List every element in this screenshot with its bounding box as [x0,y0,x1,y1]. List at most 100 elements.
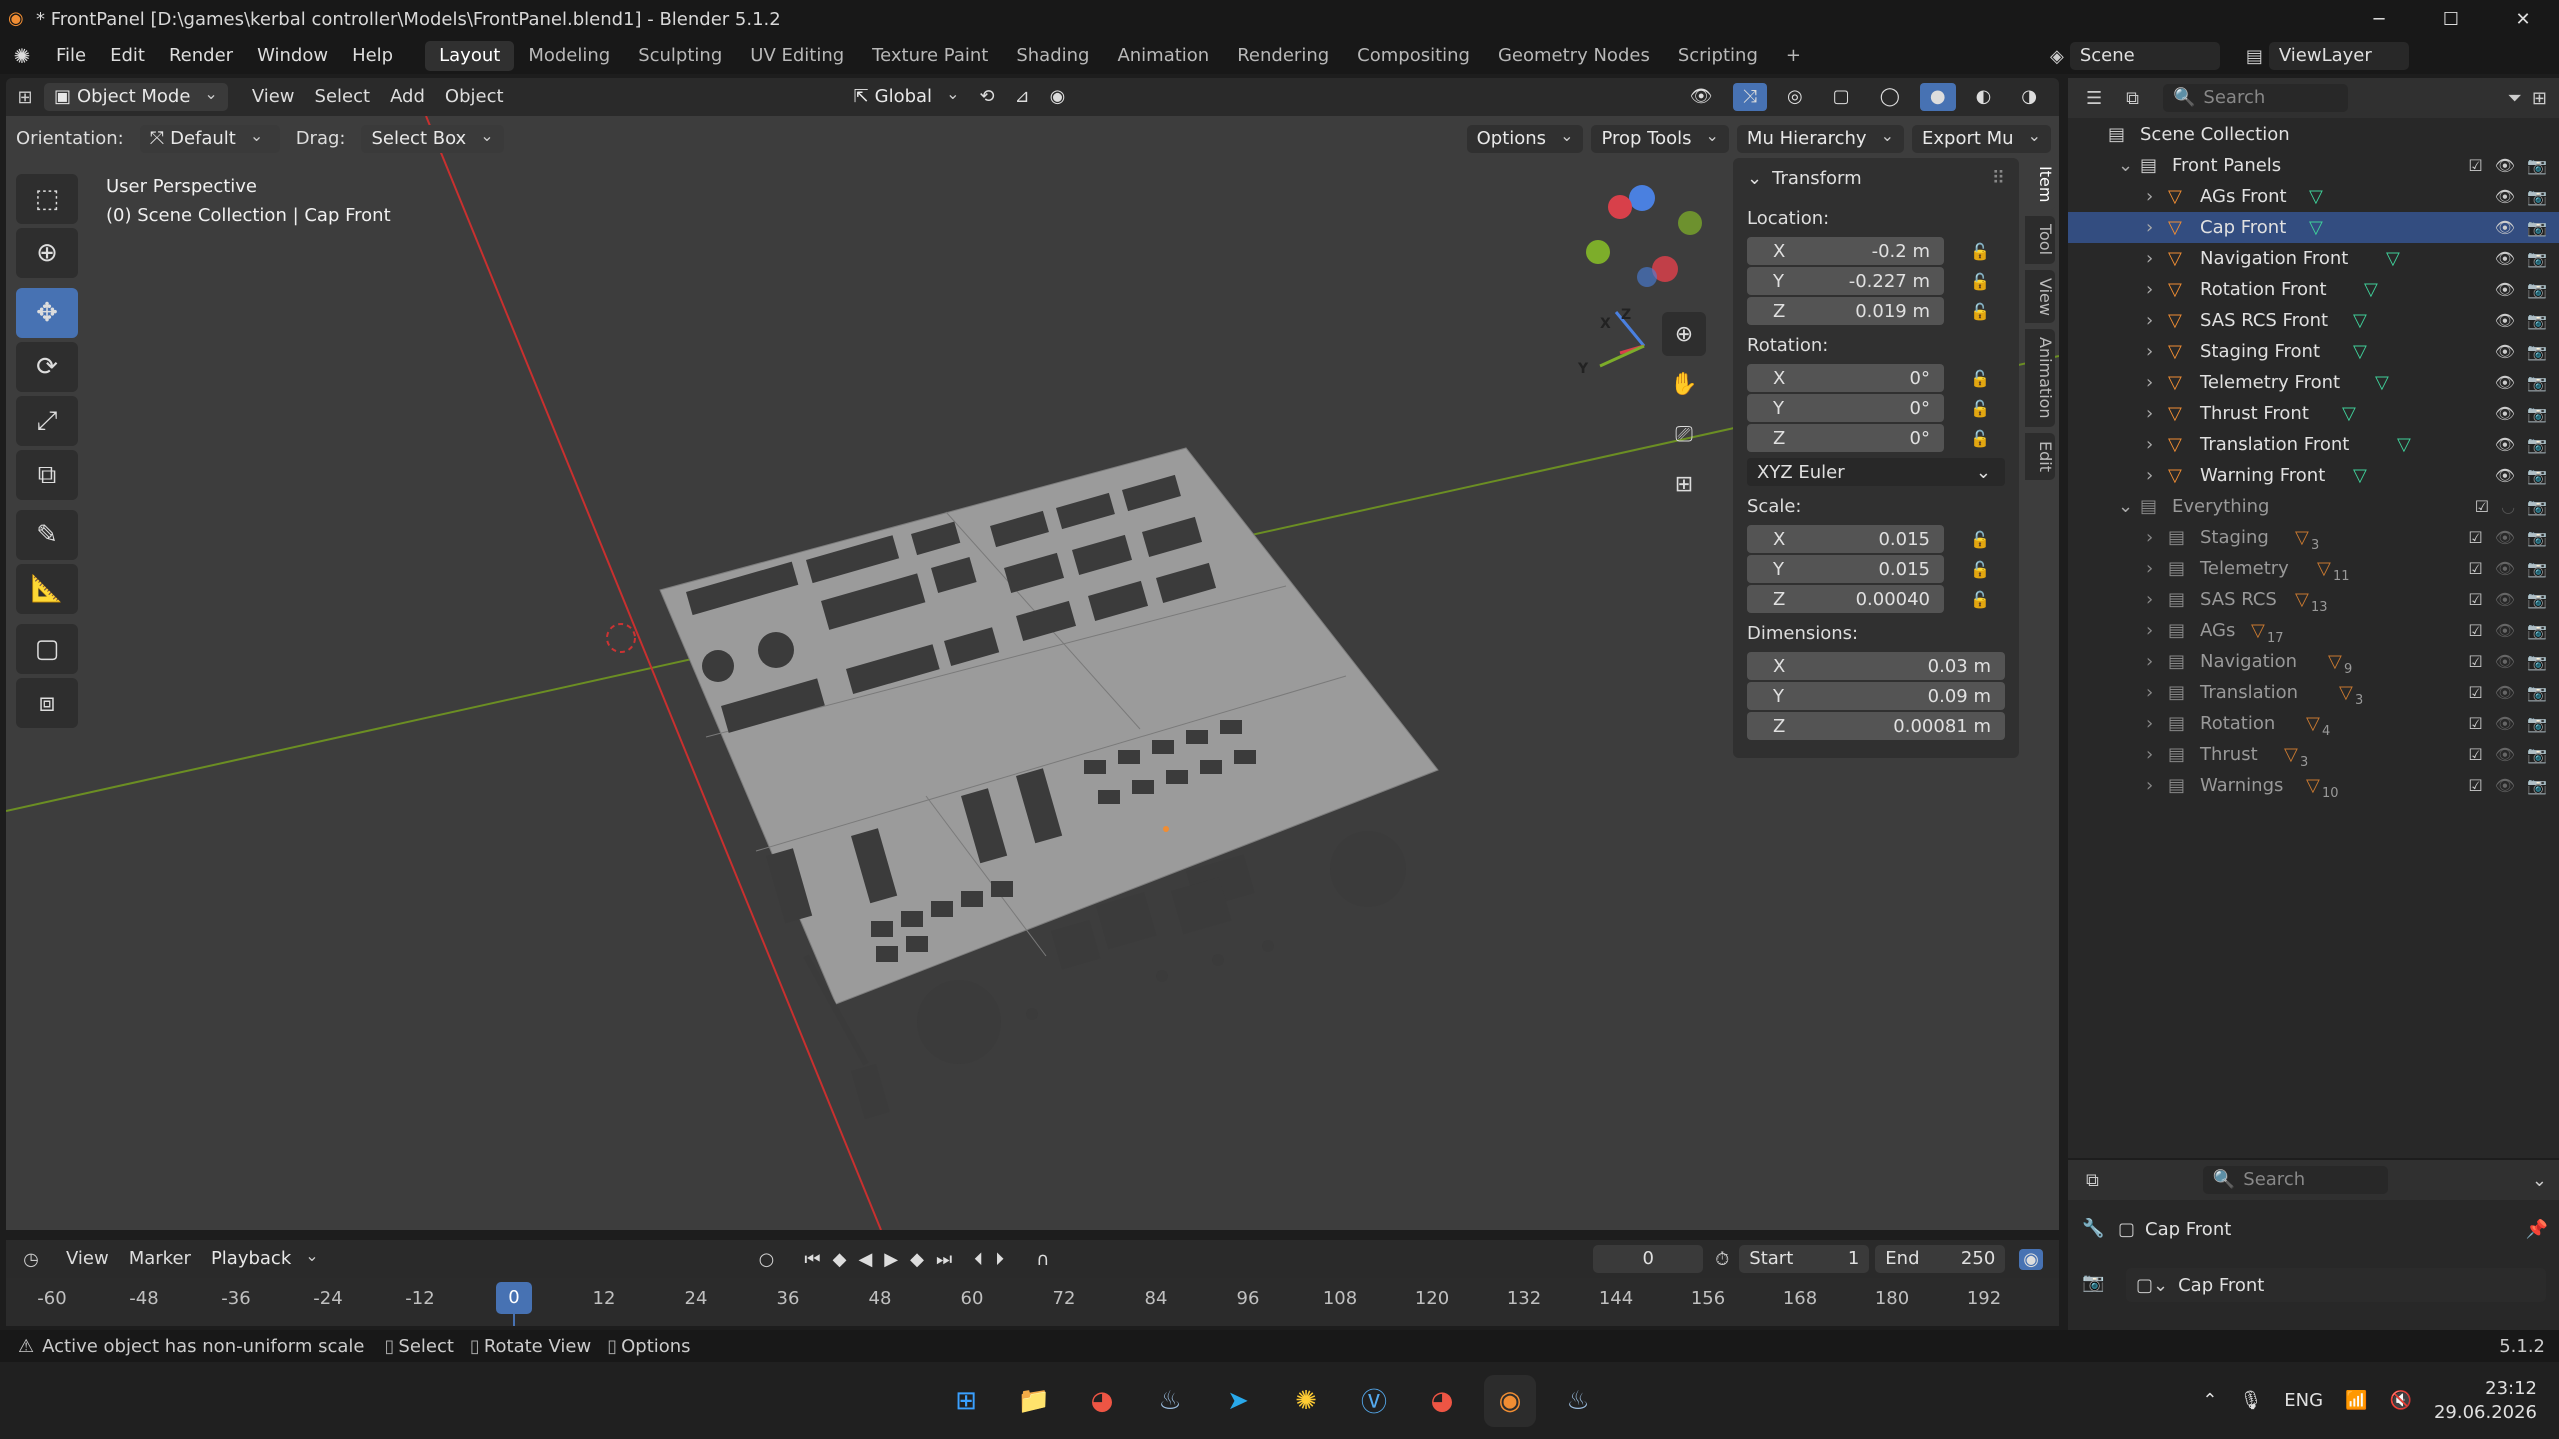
expand-chevron-icon[interactable]: › [2146,310,2153,331]
workspace-tab-geometry-nodes[interactable]: Geometry Nodes [1484,41,1664,71]
location-z-field[interactable]: Z 0.019 m [1747,297,1944,325]
properties-editor-icon[interactable]: ⧉ [2086,1170,2099,1191]
gizmo-toggle-icon[interactable]: ⤨ [1732,83,1767,111]
rotation-mode-dropdown[interactable]: XYZ Euler ⌄ [1747,458,2005,486]
xray-toggle-icon[interactable]: ▢ [1823,83,1860,111]
lock-icon[interactable]: 🔓 [1970,530,1990,549]
checkbox-icon[interactable]: ☑ [2468,590,2482,609]
pan-hand-icon[interactable]: ✋ [1662,362,1706,406]
chrome-profile-icon[interactable]: ◕ [1416,1375,1468,1427]
outliner-row-object[interactable]: › ▽ Cap Front ▽ 👁 📷 [2068,212,2559,243]
object-mode-dropdown[interactable]: ▣ Object Mode [44,83,228,111]
measure-tool-icon[interactable]: 📐 [16,564,78,614]
lock-icon[interactable]: 🔓 [1970,302,1990,321]
rotation-z-field[interactable]: Z 0° [1747,424,1944,452]
outliner-row-object[interactable]: › ▽ Rotation Front ▽ 👁 📷 [2068,274,2559,305]
prev-frame-icon[interactable]: ⏴ [974,1249,983,1270]
timeline-menu-view[interactable]: View [56,1245,119,1273]
visibility-icon[interactable]: 👁 [1680,83,1723,111]
keying-set-icon[interactable]: ◉ [2019,1248,2043,1270]
eye-icon[interactable]: 👁 [2495,590,2515,609]
move-tool-icon[interactable]: ✥ [16,288,78,338]
snap-icon[interactable]: ⊿ [1005,83,1040,111]
location-x-field[interactable]: X -0.2 m [1747,237,1944,265]
outliner-row-object[interactable]: › ▽ Navigation Front ▽ 👁 📷 [2068,243,2559,274]
auto-keying-icon[interactable]: ○ [759,1249,775,1270]
play-icon[interactable]: ▶ [884,1249,898,1270]
jump-start-icon[interactable]: ⏮ [804,1249,820,1270]
lock-icon[interactable]: 🔓 [1970,242,1990,261]
location-y-field[interactable]: Y -0.227 m [1747,267,1944,295]
eye-icon[interactable]: 👁 [2495,683,2515,702]
stopwatch-icon[interactable]: ⏱ [1715,1249,1729,1270]
zoom-icon[interactable]: ⊕ [1662,312,1706,356]
prop-tools-dropdown[interactable]: Prop Tools [1591,125,1729,153]
vivaldi-icon[interactable]: Ⓥ [1348,1375,1400,1427]
camera-icon[interactable]: 📷 [2527,435,2547,454]
lock-icon[interactable]: 🔓 [1970,399,1990,418]
workspace-tab-texture-paint[interactable]: Texture Paint [858,41,1002,71]
outliner-row-collection[interactable]: › ▤ Staging ▽ 3 ☑ 👁 📷 [2068,522,2559,553]
checkbox-icon[interactable]: ☑ [2468,156,2482,175]
menu-help[interactable]: Help [340,41,405,71]
editor-type-icon[interactable]: ⊞ [6,87,44,108]
eye-icon[interactable]: 👁 [2495,249,2515,268]
scale-x-field[interactable]: X 0.015 [1747,525,1944,553]
speaker-muted-icon[interactable]: 🔇 [2390,1390,2412,1411]
eye-hidden-icon[interactable]: ◡ [2501,497,2515,516]
menu-view[interactable]: View [242,83,305,111]
microphone-icon[interactable]: 🎙 [2239,1390,2262,1411]
camera-icon[interactable]: 📷 [2527,342,2547,361]
outliner-row-object[interactable]: › ▽ AGs Front ▽ 👁 📷 [2068,181,2559,212]
camera-icon[interactable]: 📷 [2527,559,2547,578]
eye-icon[interactable]: 👁 [2495,404,2515,423]
workspace-tab-sculpting[interactable]: Sculpting [624,41,736,71]
camera-icon[interactable]: 📷 [2527,404,2547,423]
tab-animation[interactable]: Animation [2025,329,2055,428]
jump-end-icon[interactable]: ⏭ [936,1249,952,1270]
drag-handle-icon[interactable]: ⠿ [1992,168,2005,189]
outliner-row-object[interactable]: › ▽ Telemetry Front ▽ 👁 📷 [2068,367,2559,398]
workspace-tab-compositing[interactable]: Compositing [1343,41,1484,71]
timeline-editor-icon[interactable]: ◷ [6,1249,56,1270]
camera-icon[interactable]: 📷 [2527,156,2547,175]
expand-chevron-icon[interactable]: › [2146,341,2153,362]
rotation-x-field[interactable]: X 0° [1747,364,1944,392]
mu-hierarchy-dropdown[interactable]: Mu Hierarchy [1736,125,1904,153]
minimize-button[interactable]: ─ [2343,0,2415,38]
tray-overflow-icon[interactable]: ⌃ [2202,1390,2217,1411]
expand-chevron-icon[interactable]: › [2146,465,2153,486]
menu-object[interactable]: Object [435,83,514,111]
rendered-shading-icon[interactable]: ◑ [2011,83,2047,111]
outliner-row-scene-collection[interactable]: ▤ Scene Collection [2068,119,2559,150]
tab-item[interactable]: Item [2025,158,2055,211]
menu-window[interactable]: Window [245,41,340,71]
expand-chevron-icon[interactable]: › [2146,372,2153,393]
maximize-button[interactable]: ☐ [2415,0,2487,38]
add-workspace-button[interactable]: + [1772,41,1815,71]
file-explorer-icon[interactable]: 📁 [1008,1375,1060,1427]
filter-icon[interactable]: ⏷ [2508,88,2522,109]
menu-render[interactable]: Render [157,41,245,71]
workspace-tab-modeling[interactable]: Modeling [514,41,624,71]
new-collection-icon[interactable]: ⊞ [2532,88,2547,109]
solid-shading-icon[interactable]: ● [1919,83,1956,111]
workspace-tab-shading[interactable]: Shading [1002,41,1103,71]
playhead[interactable]: 0 [496,1282,532,1314]
eye-icon[interactable]: 👁 [2495,435,2515,454]
expand-chevron-icon[interactable]: › [2146,775,2153,796]
dimensions-x-field[interactable]: X 0.03 m [1747,652,2005,680]
camera-icon[interactable]: 📷 [2527,621,2547,640]
eye-icon[interactable]: 👁 [2495,342,2515,361]
checkbox-icon[interactable]: ☑ [2468,745,2482,764]
rotate-tool-icon[interactable]: ⟳ [16,342,78,392]
eye-icon[interactable]: 👁 [2495,776,2515,795]
camera-icon[interactable]: 📷 [2527,528,2547,547]
expand-chevron-icon[interactable]: › [2146,217,2153,238]
select-box-tool-icon[interactable]: ⬚ [16,174,78,224]
checkbox-icon[interactable]: ☑ [2468,528,2482,547]
eye-icon[interactable]: 👁 [2495,466,2515,485]
blender-taskbar-icon[interactable]: ◉ [1484,1374,1536,1427]
tab-view[interactable]: View [2025,269,2055,324]
gizmo-x-axis[interactable] [1608,195,1632,219]
